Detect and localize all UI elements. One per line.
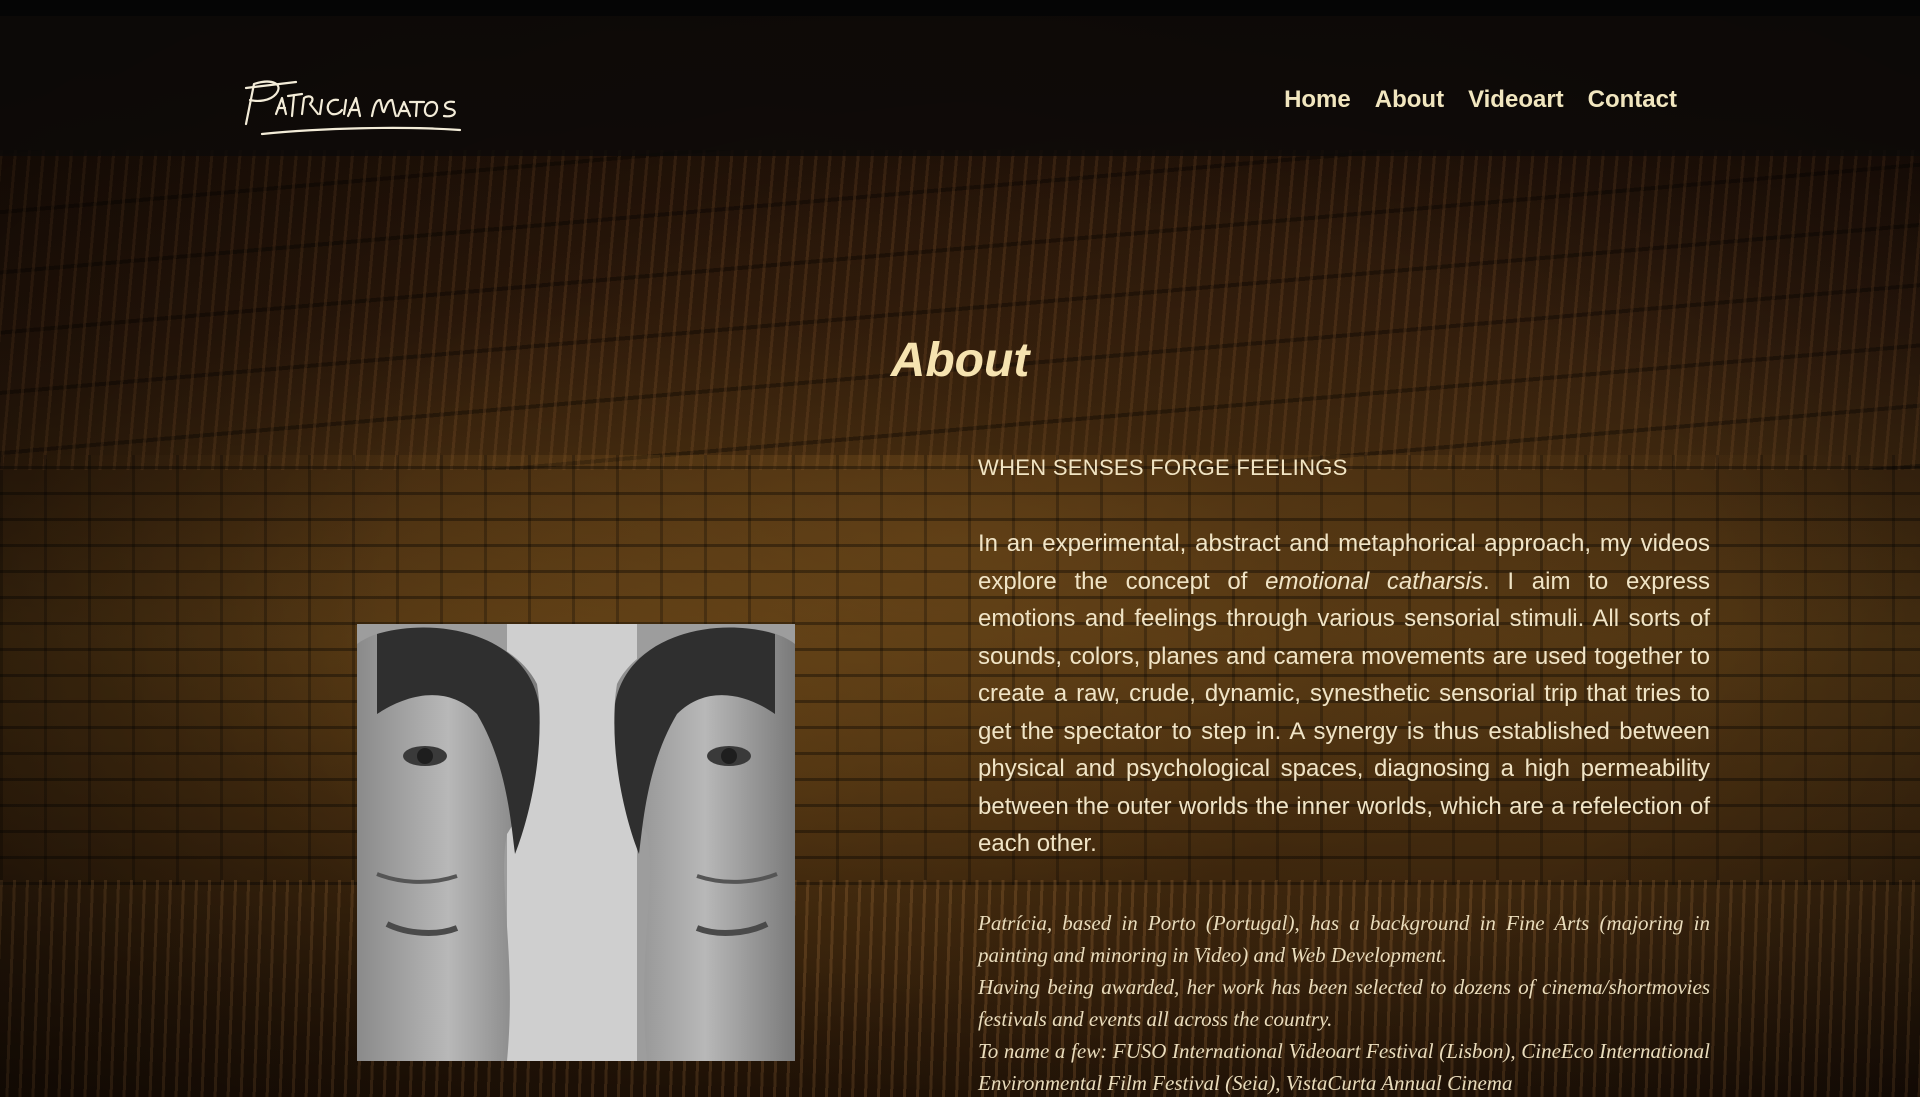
bio-line-awards: Having being awarded, her work has been … bbox=[978, 974, 1710, 1031]
main-nav: Home About Videoart Contact bbox=[1284, 86, 1677, 114]
top-strip bbox=[0, 0, 1920, 16]
page-title: About bbox=[890, 334, 1030, 387]
site-header: Home About Videoart Contact bbox=[0, 16, 1920, 156]
intro-paragraph: In an experimental, abstract and metapho… bbox=[978, 525, 1710, 863]
bio-line-festivals: To name a few: FUSO International Videoa… bbox=[978, 1038, 1710, 1095]
intro-emphasis: emotional catharsis bbox=[1265, 567, 1483, 595]
about-content: WHEN SENSES FORGE FEELINGS In an experim… bbox=[978, 455, 1710, 1097]
nav-videoart[interactable]: Videoart bbox=[1468, 86, 1564, 114]
bio-line-background: Patrícia, based in Porto (Portugal), has… bbox=[978, 910, 1710, 967]
signature-logo-icon bbox=[244, 80, 462, 136]
nav-about[interactable]: About bbox=[1375, 86, 1444, 114]
intro-text-end: . I aim to express emotions and feelings… bbox=[978, 567, 1710, 858]
bio-paragraph: Patrícia, based in Porto (Portugal), has… bbox=[978, 907, 1710, 1097]
nav-home[interactable]: Home bbox=[1284, 86, 1351, 114]
page: Home About Videoart Contact About WHEN S… bbox=[0, 0, 1920, 1097]
nav-contact[interactable]: Contact bbox=[1588, 86, 1677, 114]
artist-portrait-image bbox=[357, 624, 795, 1061]
section-subtitle: WHEN SENSES FORGE FEELINGS bbox=[978, 455, 1348, 480]
logo[interactable] bbox=[232, 64, 472, 144]
